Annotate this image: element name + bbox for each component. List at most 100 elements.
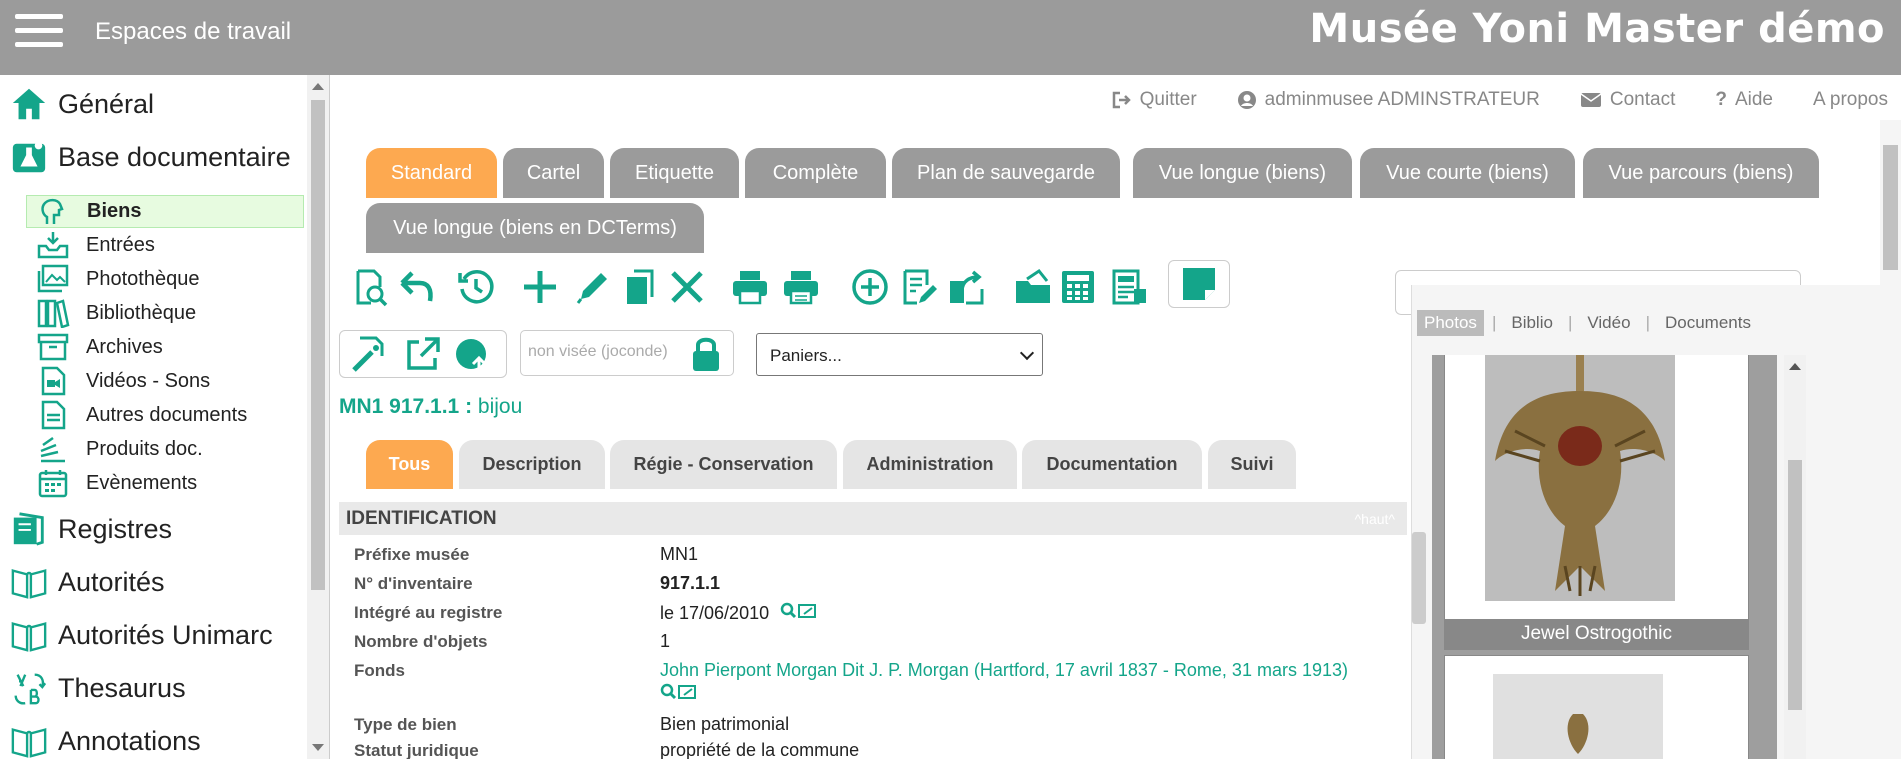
tab-administration[interactable]: Administration bbox=[843, 440, 1017, 489]
form-edit-icon[interactable] bbox=[899, 267, 939, 307]
media-tab-video[interactable]: Vidéo bbox=[1580, 310, 1637, 336]
scroll-down-icon[interactable] bbox=[312, 744, 324, 751]
sidebar-item-registres[interactable]: Registres bbox=[10, 510, 172, 548]
basket-select[interactable]: Paniers... bbox=[756, 333, 1043, 376]
lock-icon[interactable] bbox=[689, 335, 723, 373]
scroll-up-icon[interactable] bbox=[312, 83, 324, 90]
sidebar-item-produits-doc[interactable]: Produits doc. bbox=[36, 434, 203, 464]
help-link[interactable]: ? Aide bbox=[1715, 89, 1773, 111]
user-circle-icon bbox=[1237, 91, 1256, 109]
gallery-item[interactable]: Jewel Ostrogothic bbox=[1444, 355, 1749, 650]
sidebar-item-general[interactable]: Général bbox=[10, 85, 154, 123]
photo-gallery: Jewel Ostrogothic bbox=[1432, 355, 1777, 759]
tab-vue-longue-biens[interactable]: Vue longue (biens) bbox=[1133, 148, 1352, 198]
globe-upload-icon[interactable] bbox=[453, 334, 493, 374]
sidebar-item-label: Général bbox=[58, 88, 155, 119]
quit-link[interactable]: Quitter bbox=[1112, 89, 1197, 111]
main-scrollbar[interactable] bbox=[1880, 120, 1901, 759]
jewel-eagle-photo bbox=[1485, 355, 1675, 601]
add-circle-icon[interactable] bbox=[850, 267, 890, 307]
workspaces-link[interactable]: Espaces de travail bbox=[95, 18, 291, 46]
about-link[interactable]: A propos bbox=[1813, 89, 1888, 111]
tab-cartel[interactable]: Cartel bbox=[503, 148, 604, 198]
gallery-scrollbar[interactable] bbox=[1784, 355, 1806, 759]
report-icon[interactable] bbox=[1108, 267, 1148, 307]
user-link[interactable]: adminmusee ADMINSTRATEUR bbox=[1237, 89, 1540, 111]
sidebar-item-biens[interactable]: Biens bbox=[26, 195, 304, 228]
print-list-icon[interactable] bbox=[781, 267, 821, 307]
field-value-type: Bien patrimonial bbox=[660, 714, 790, 734]
tab-description[interactable]: Description bbox=[459, 440, 605, 489]
chevron-down-icon bbox=[1019, 345, 1035, 361]
scroll-thumb[interactable] bbox=[1883, 145, 1898, 270]
gallery-item[interactable] bbox=[1444, 655, 1749, 759]
calculator-icon[interactable] bbox=[1058, 267, 1098, 307]
search-link-icon[interactable] bbox=[660, 683, 698, 703]
sidebar-item-autorites[interactable]: Autorités bbox=[10, 563, 165, 601]
sidebar-item-label: Produits doc. bbox=[86, 437, 203, 460]
sidebar-item-bibliotheque[interactable]: Bibliothèque bbox=[36, 298, 196, 328]
fonds-link[interactable]: John Pierpont Morgan Dit J. P. Morgan (H… bbox=[660, 660, 1348, 680]
scroll-thumb[interactable] bbox=[1788, 460, 1802, 710]
add-icon[interactable] bbox=[520, 267, 560, 307]
export-share-icon[interactable] bbox=[946, 267, 986, 307]
undo-icon[interactable] bbox=[396, 267, 436, 307]
external-link-icon[interactable] bbox=[403, 334, 443, 374]
home-icon bbox=[12, 88, 46, 120]
contact-link[interactable]: Contact bbox=[1580, 89, 1675, 111]
registre-date: le 17/06/2010 bbox=[660, 603, 770, 623]
sidebar-item-phototheque[interactable]: Photothèque bbox=[36, 264, 199, 294]
history-icon[interactable] bbox=[456, 267, 496, 307]
sidebar-item-annotations[interactable]: Annotations bbox=[10, 722, 201, 759]
back-to-top-link[interactable]: ^haut^ bbox=[1355, 511, 1395, 527]
head-icon bbox=[41, 198, 64, 224]
basket-select-value: Paniers... bbox=[770, 346, 842, 365]
sticky-note-icon bbox=[1183, 268, 1215, 300]
tab-documentation[interactable]: Documentation bbox=[1022, 440, 1202, 489]
tab-label: Administration bbox=[866, 454, 994, 474]
media-tab-photos[interactable]: Photos bbox=[1417, 310, 1484, 336]
print-icon[interactable] bbox=[730, 267, 770, 307]
hamburger-menu-icon[interactable] bbox=[15, 14, 63, 50]
panel-collapse-handle[interactable] bbox=[1412, 532, 1426, 624]
sidebar-scrollbar[interactable] bbox=[307, 75, 329, 759]
sidebar-item-archives[interactable]: Archives bbox=[36, 332, 163, 362]
tab-etiquette[interactable]: Etiquette bbox=[610, 148, 739, 198]
sidebar-item-videos-sons[interactable]: Vidéos - Sons bbox=[36, 366, 210, 396]
edit-pencil-icon[interactable] bbox=[573, 267, 613, 307]
sidebar-item-autorites-unimarc[interactable]: Autorités Unimarc bbox=[10, 616, 273, 654]
sidebar-item-evenements[interactable]: Evènements bbox=[36, 468, 197, 498]
sidebar-item-label: Biens bbox=[87, 200, 142, 222]
tab-suivi[interactable]: Suivi bbox=[1208, 440, 1296, 489]
section-header-identification: IDENTIFICATION ^haut^ bbox=[339, 502, 1407, 535]
tab-vue-longue-dcterms[interactable]: Vue longue (biens en DCTerms) bbox=[366, 203, 704, 253]
user-label: adminmusee ADMINSTRATEUR bbox=[1264, 89, 1540, 110]
sticky-note-button[interactable] bbox=[1168, 260, 1230, 308]
tab-regie-conservation[interactable]: Régie - Conservation bbox=[610, 440, 837, 489]
media-tab-biblio[interactable]: Biblio bbox=[1504, 310, 1560, 336]
tab-standard[interactable]: Standard bbox=[366, 148, 497, 198]
field-value-fonds[interactable]: John Pierpont Morgan Dit J. P. Morgan (H… bbox=[660, 660, 1348, 708]
sidebar-item-autres-documents[interactable]: Autres documents bbox=[36, 400, 247, 430]
tab-tous[interactable]: Tous bbox=[366, 440, 453, 489]
sidebar-item-label: Autres documents bbox=[86, 403, 248, 426]
duplicate-icon[interactable] bbox=[620, 267, 660, 307]
media-tab-documents[interactable]: Documents bbox=[1658, 310, 1758, 336]
search-link-icon[interactable] bbox=[780, 602, 818, 622]
folder-open-icon[interactable] bbox=[1013, 267, 1053, 307]
sidebar-item-entrees[interactable]: Entrées bbox=[36, 230, 155, 260]
visa-status-field[interactable]: non visée (joconde) bbox=[520, 330, 734, 376]
sidebar-item-thesaurus[interactable]: Thesaurus bbox=[10, 669, 186, 707]
scroll-up-icon[interactable] bbox=[1789, 363, 1801, 370]
search-file-wand-icon[interactable] bbox=[350, 334, 390, 374]
tab-complete[interactable]: Complète bbox=[745, 148, 886, 198]
tab-vue-parcours-biens[interactable]: Vue parcours (biens) bbox=[1583, 148, 1819, 198]
separator: | bbox=[1491, 313, 1497, 332]
sidebar-item-base-documentaire[interactable]: Base documentaire bbox=[10, 138, 291, 176]
delete-x-icon[interactable] bbox=[667, 267, 707, 307]
tab-vue-courte-biens[interactable]: Vue courte (biens) bbox=[1360, 148, 1575, 198]
field-value-inventaire: 917.1.1 bbox=[660, 573, 721, 593]
scroll-thumb[interactable] bbox=[311, 100, 325, 590]
tab-plan-de-sauvegarde[interactable]: Plan de sauvegarde bbox=[892, 148, 1120, 198]
preview-search-icon[interactable] bbox=[349, 267, 389, 307]
